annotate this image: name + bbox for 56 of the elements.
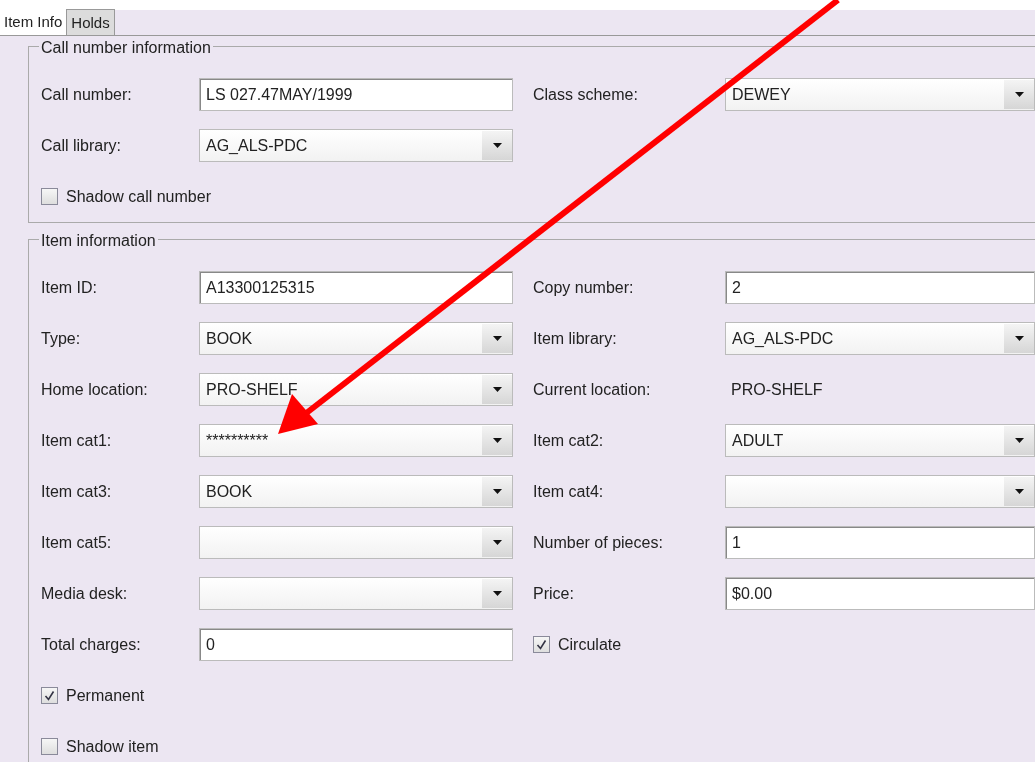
input-field[interactable]: LS 027.47MAY/1999	[199, 78, 513, 111]
input-field[interactable]: 0	[199, 628, 513, 661]
checkbox-label: Shadow item	[66, 736, 159, 757]
input-field[interactable]: 2	[725, 271, 1035, 304]
dropdown[interactable]: **********	[199, 424, 513, 457]
checkbox[interactable]	[533, 636, 550, 653]
field-label: Copy number:	[533, 278, 634, 296]
field-label: Price:	[533, 584, 574, 602]
dropdown-arrow-icon[interactable]	[492, 387, 502, 392]
field-label: Class scheme:	[533, 85, 638, 103]
field-label: Item cat2:	[533, 431, 604, 449]
dropdown[interactable]: AG_ALS-PDC	[199, 129, 513, 162]
tab[interactable]: Item Info	[0, 9, 67, 35]
field-label: Total charges:	[41, 635, 141, 653]
dropdown-arrow-icon[interactable]	[1014, 92, 1024, 97]
input-field[interactable]: $0.00	[725, 577, 1035, 610]
dropdown-arrow-icon[interactable]	[1014, 438, 1024, 443]
dropdown[interactable]: PRO-SHELF	[199, 373, 513, 406]
dropdown-arrow-icon[interactable]	[492, 143, 502, 148]
field-label: Item cat4:	[533, 482, 604, 500]
checkbox[interactable]	[41, 188, 58, 205]
field-label: Call library:	[41, 136, 121, 154]
field-label: Home location:	[41, 380, 148, 398]
checkbox-label: Circulate	[558, 634, 622, 655]
dropdown[interactable]: BOOK	[199, 322, 513, 355]
dropdown-arrow-icon[interactable]	[492, 489, 502, 494]
input-field[interactable]: A13300125315	[199, 271, 513, 304]
checkmark-icon	[536, 639, 547, 650]
dropdown-arrow-icon[interactable]	[492, 336, 502, 341]
field-label: Number of pieces:	[533, 533, 663, 551]
input-field[interactable]: 1	[725, 526, 1035, 559]
tab[interactable]: Holds	[66, 9, 115, 35]
dropdown-arrow-icon[interactable]	[492, 591, 502, 596]
field-label: Item cat1:	[41, 431, 112, 449]
field-label: Item cat3:	[41, 482, 112, 500]
field-label: Item cat5:	[41, 533, 112, 551]
checkbox-label: Permanent	[66, 685, 145, 706]
field-label: Current location:	[533, 380, 651, 398]
dropdown[interactable]: DEWEY	[725, 78, 1035, 111]
dropdown-arrow-icon[interactable]	[1014, 336, 1024, 341]
dropdown[interactable]: BOOK	[199, 475, 513, 508]
checkmark-icon	[44, 690, 55, 701]
dropdown-arrow-icon[interactable]	[1014, 489, 1024, 494]
dropdown-arrow-icon[interactable]	[492, 540, 502, 545]
dropdown[interactable]: ADULT	[725, 424, 1035, 457]
field-label: Call number:	[41, 85, 132, 103]
dropdown-arrow-icon[interactable]	[492, 438, 502, 443]
checkbox[interactable]	[41, 738, 58, 755]
dropdown[interactable]: AG_ALS-PDC	[725, 322, 1035, 355]
checkbox[interactable]	[41, 687, 58, 704]
field-label: Media desk:	[41, 584, 128, 602]
field-value: PRO-SHELF	[730, 379, 824, 400]
field-label: Type:	[41, 329, 81, 347]
field-label: Item ID:	[41, 278, 97, 296]
checkbox-label: Shadow call number	[66, 186, 211, 207]
field-label: Item library:	[533, 329, 617, 347]
